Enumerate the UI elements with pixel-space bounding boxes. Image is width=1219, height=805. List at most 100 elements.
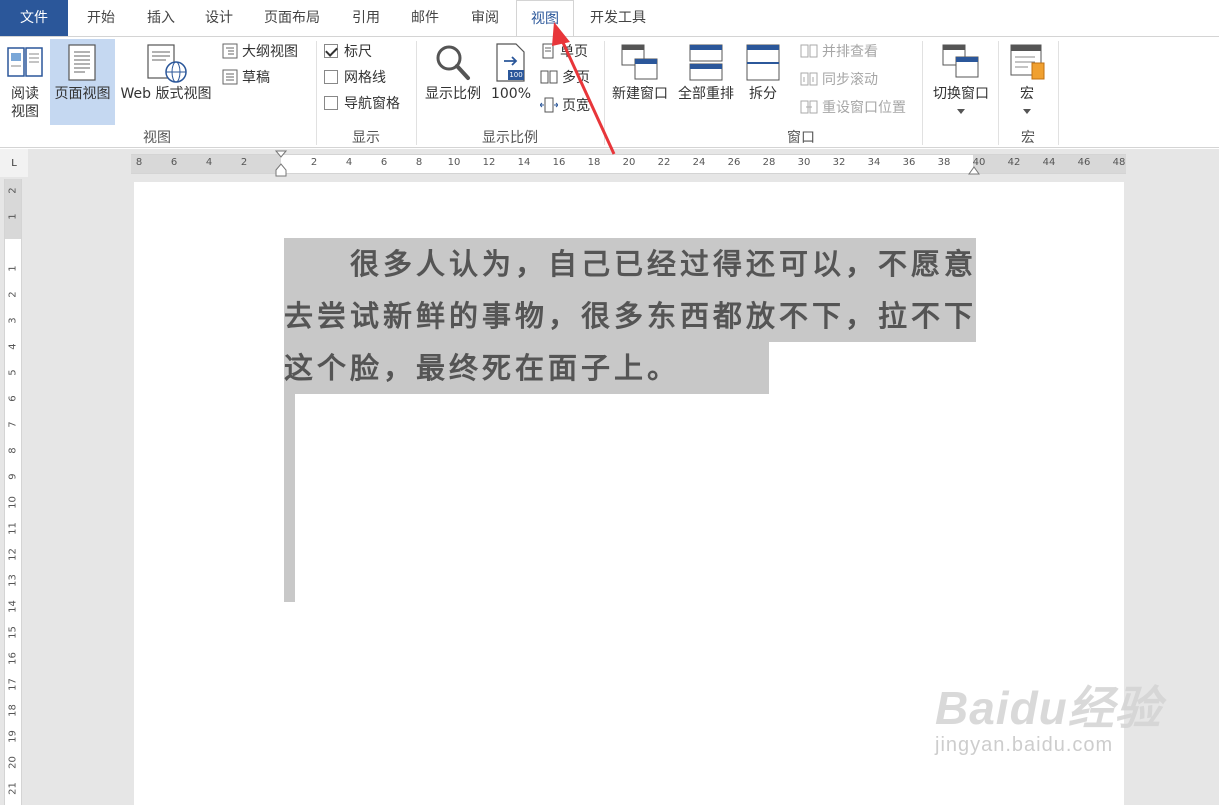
zoom-label: 显示比例 xyxy=(425,86,481,102)
arrange-all-label: 全部重排 xyxy=(678,86,734,102)
print-layout-button[interactable]: 页面视图 xyxy=(50,39,115,125)
ruler-tick-label: 46 xyxy=(1077,157,1091,168)
ruler-tick-label: 16 xyxy=(7,652,19,665)
macros-button[interactable]: 宏 xyxy=(1004,39,1050,125)
switch-windows-button[interactable]: 切换窗口 xyxy=(926,39,996,125)
draft-icon xyxy=(222,69,238,85)
watermark-main: Baidu经验 xyxy=(935,682,1162,734)
paragraph-line: 很多人认为，自己已经过得还可以，不愿意 xyxy=(284,247,978,281)
ruler-label: 标尺 xyxy=(344,44,372,60)
tab-insert[interactable]: 插入 xyxy=(138,0,184,36)
arrange-all-icon xyxy=(689,44,723,81)
ruler-tick-label: 8 xyxy=(415,157,423,168)
reset-window-label: 重设窗口位置 xyxy=(822,100,906,116)
ruler-tick-label: 28 xyxy=(762,157,776,168)
group-label-window: 窗口 xyxy=(787,130,815,146)
read-mode-label-2: 视图 xyxy=(11,104,39,120)
ruler-tick-label: 11 xyxy=(7,522,19,535)
ruler-tick-label: 30 xyxy=(797,157,811,168)
ruler-tick-label: 32 xyxy=(832,157,846,168)
ruler-tick-label: 18 xyxy=(7,704,19,717)
group-divider xyxy=(1058,41,1059,145)
ruler-tick-label: 7 xyxy=(7,421,19,428)
ruler-tick-label: 2 xyxy=(310,157,318,168)
sync-scroll-button[interactable]: 同步滚动 xyxy=(800,69,878,91)
ruler-tick-label: 36 xyxy=(902,157,916,168)
ruler-tick-label: 6 xyxy=(170,157,178,168)
magnifier-icon xyxy=(436,45,470,80)
zoom-button[interactable]: 显示比例 xyxy=(420,39,486,125)
side-by-side-icon xyxy=(800,44,818,58)
tab-design[interactable]: 设计 xyxy=(196,0,242,36)
ruler-tick-label: 14 xyxy=(7,600,19,613)
ruler-tick-label: 44 xyxy=(1042,157,1056,168)
draft-view-button[interactable]: 草稿 xyxy=(222,67,270,89)
zoom-100-label: 100% xyxy=(490,86,532,102)
print-layout-icon xyxy=(68,44,96,81)
ruler-tick-label: 15 xyxy=(7,626,19,639)
group-divider xyxy=(922,41,923,145)
ruler-tick-label: 12 xyxy=(7,548,19,561)
ruler-tick-label: 4 xyxy=(205,157,213,168)
web-layout-label: Web 版式视图 xyxy=(120,86,212,102)
outline-icon xyxy=(222,43,238,59)
read-mode-label-1: 阅读 xyxy=(11,86,39,102)
macros-icon xyxy=(1010,44,1045,80)
ruler-tick-label: 10 xyxy=(7,496,19,509)
dropdown-arrow-icon xyxy=(1023,109,1031,114)
web-layout-button[interactable]: Web 版式视图 xyxy=(116,39,216,125)
gridlines-check-box xyxy=(324,70,338,84)
split-icon xyxy=(746,44,780,81)
indent-marker-icon[interactable] xyxy=(275,150,287,178)
gridlines-checkbox[interactable]: 网格线 xyxy=(324,67,386,89)
ruler-tick-label: 24 xyxy=(692,157,706,168)
split-button[interactable]: 拆分 xyxy=(740,39,786,125)
ruler-tick-label: 34 xyxy=(867,157,881,168)
reset-window-icon xyxy=(800,100,818,114)
tab-selector[interactable]: L xyxy=(0,149,28,177)
ruler-tick-label: 42 xyxy=(1007,157,1021,168)
ruler-tick-label: 1 xyxy=(7,213,19,220)
ruler-tick-label: 22 xyxy=(657,157,671,168)
paragraph-line: 去尝试新鲜的事物，很多东西都放不下，拉不下 xyxy=(284,299,978,333)
nav-pane-check-box xyxy=(324,96,338,110)
ruler-tick-label: 8 xyxy=(135,157,143,168)
web-layout-icon xyxy=(147,44,187,83)
arrange-all-button[interactable]: 全部重排 xyxy=(674,39,738,125)
group-label-show: 显示 xyxy=(352,130,380,146)
macros-label: 宏 xyxy=(1020,86,1034,102)
tab-review[interactable]: 审阅 xyxy=(462,0,508,36)
outline-label: 大纲视图 xyxy=(242,44,298,60)
split-label: 拆分 xyxy=(749,86,777,102)
document-paragraph[interactable]: 很多人认为，自己已经过得还可以，不愿意 去尝试新鲜的事物，很多东西都放不下，拉不… xyxy=(284,238,976,394)
tab-file[interactable]: 文件 xyxy=(0,0,68,36)
nav-pane-checkbox[interactable]: 导航窗格 xyxy=(324,93,400,115)
ruler-tick-label: 9 xyxy=(7,473,19,480)
read-mode-button[interactable]: 阅读 视图 xyxy=(2,39,48,125)
side-by-side-button[interactable]: 并排查看 xyxy=(800,41,878,63)
tab-mailings[interactable]: 邮件 xyxy=(402,0,448,36)
ruler-tick-label: 6 xyxy=(7,395,19,402)
vertical-ruler[interactable]: 2 1 1 2 3 4 5 6 7 8 9 10 11 12 13 14 15 16 17 18 19 20 21 xyxy=(4,179,22,805)
zoom-100-button[interactable]: 100 100% xyxy=(488,39,534,125)
ruler-tick-label: 26 xyxy=(727,157,741,168)
empty-paragraph-selection xyxy=(284,394,295,602)
sync-scroll-icon xyxy=(800,72,818,86)
tab-references[interactable]: 引用 xyxy=(343,0,389,36)
side-by-side-label: 并排查看 xyxy=(822,44,878,60)
ruler-tick-label: 6 xyxy=(380,157,388,168)
baidu-watermark: Baidu经验 jingyan.baidu.com xyxy=(935,672,1162,757)
ruler-tick-label: 12 xyxy=(482,157,496,168)
sync-scroll-label: 同步滚动 xyxy=(822,72,878,88)
ruler-tick-label: 2 xyxy=(7,291,19,298)
ruler-tick-label: 8 xyxy=(7,447,19,454)
tab-home[interactable]: 开始 xyxy=(78,0,124,36)
switch-windows-label: 切换窗口 xyxy=(933,86,989,102)
group-divider xyxy=(416,41,417,145)
zoom-100-badge: 100 xyxy=(509,71,523,79)
reset-window-button[interactable]: 重设窗口位置 xyxy=(800,97,906,119)
ruler-tick-label: 5 xyxy=(7,369,19,376)
tab-page-layout[interactable]: 页面布局 xyxy=(256,0,328,36)
ruler-checkbox[interactable]: 标尺 xyxy=(324,41,372,63)
outline-view-button[interactable]: 大纲视图 xyxy=(222,41,298,63)
